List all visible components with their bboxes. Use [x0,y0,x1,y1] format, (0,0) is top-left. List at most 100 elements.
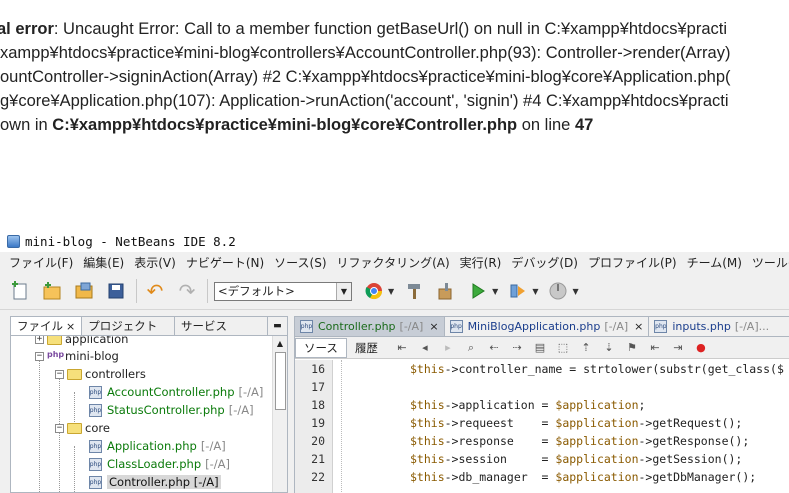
php-error-message: al error: Uncaught Error: Call to a memb… [0,17,789,137]
tab-inputs-php[interactable]: php inputs.php [-/A]... [649,317,774,336]
php-file-icon: php [449,320,463,333]
error-label: al error [0,20,54,38]
configuration-select[interactable]: <デフォルト> ▼ [214,281,352,301]
undo-icon[interactable]: ↶ [143,279,167,303]
tree-scrollbar[interactable]: ▲ [272,336,287,492]
tab-services[interactable]: サービス [175,317,268,335]
menu-view[interactable]: 表示(V) [134,254,176,271]
toggle-highlight-icon[interactable]: ▤ [533,341,547,355]
code-text: $this->controller_name = strtolower(subs… [410,362,784,376]
forward-icon[interactable]: ▸ [441,341,455,355]
scroll-up-icon[interactable]: ▲ [273,336,287,351]
close-icon[interactable]: × [634,320,643,333]
find-next-icon[interactable]: ⇢ [510,341,524,355]
menu-profile[interactable]: プロファイル(P) [588,254,677,271]
line-number: 16 [311,362,325,376]
minimize-icon[interactable]: ▬ [268,317,287,335]
debug-icon[interactable] [506,279,530,303]
last-edit-icon[interactable]: ⇤ [395,341,409,355]
menu-tools[interactable]: ツール(T) [752,254,789,271]
save-all-icon[interactable] [104,279,128,303]
tree-item-mini-blog[interactable]: − php mini-blog [35,347,119,365]
line-number: 17 [311,380,325,394]
expand-toggle[interactable]: + [35,336,44,344]
run-icon[interactable] [466,279,490,303]
new-project-icon[interactable] [40,279,64,303]
file-status: [-/A] [205,457,231,471]
menu-team[interactable]: チーム(M) [687,254,742,271]
menu-source[interactable]: ソース(S) [274,254,326,271]
tab-files[interactable]: ファイル × [11,317,83,335]
build-hammer-icon[interactable] [402,279,426,303]
scrollbar-thumb[interactable] [275,352,286,410]
error-line: xampp¥htdocs¥practice¥mini-blog¥controll… [0,44,731,62]
tree-guide [74,392,75,422]
open-project-icon[interactable] [72,279,96,303]
shift-left-icon[interactable]: ⇤ [648,341,662,355]
find-previous-icon[interactable]: ⇠ [487,341,501,355]
code-area[interactable]: 16 $this->controller_name = strtolower(s… [295,360,789,493]
error-file-path: C:¥xampp¥htdocs¥practice¥mini-blog¥core¥… [52,116,518,134]
tree-item-application-php[interactable]: php Application.php [-/A] [89,437,226,455]
collapse-toggle[interactable]: − [55,423,64,433]
error-text: own in [0,116,53,134]
code-text: $this->application = $application; [410,398,645,412]
tree-item-controller-php[interactable]: php Controller.php [-/A] [89,473,221,491]
code-line: 18 $this->application = $application; [295,396,645,414]
tree-item-statuscontroller[interactable]: php StatusController.php [-/A] [89,401,254,419]
menu-debug[interactable]: デバッグ(D) [511,254,578,271]
code-rest: ->getDbManager(); [638,470,757,484]
code-text: $this->db_manager = $application->getDbM… [410,470,756,484]
tab-controller-php[interactable]: php Controller.php [-/A] × [295,317,445,336]
chevron-down-icon[interactable]: ▼ [492,287,498,296]
record-macro-icon[interactable]: ● [694,341,708,355]
tab-projects[interactable]: プロジェクト [82,317,175,335]
profile-icon[interactable] [546,279,570,303]
rect-select-icon[interactable]: ⬚ [556,341,570,355]
collapse-toggle[interactable]: − [35,351,44,361]
chevron-down-icon: ▼ [336,282,351,300]
next-bookmark-icon[interactable]: ⇣ [602,341,616,355]
source-button[interactable]: ソース [295,337,347,358]
menu-refactor[interactable]: リファクタリング(A) [337,254,450,271]
editor-toolbar: ソース 履歴 ⇤ ◂ ▸ ⌕ ⇠ ⇢ ▤ ⬚ ⇡ ⇣ ⚑ ⇤ ⇥ ● [295,337,789,359]
close-icon[interactable]: × [429,320,438,333]
shift-right-icon[interactable]: ⇥ [671,341,685,355]
browser-icon[interactable] [362,279,386,303]
file-status: [-/A]... [734,320,770,333]
file-name: Controller.php [109,475,191,489]
back-icon[interactable]: ◂ [418,341,432,355]
menu-bar: ファイル(F) 編集(E) 表示(V) ナビゲート(N) ソース(S) リファク… [0,252,789,273]
redo-icon[interactable]: ↷ [175,279,199,303]
menu-edit[interactable]: 編集(E) [83,254,124,271]
menu-file[interactable]: ファイル(F) [9,254,73,271]
menu-run[interactable]: 実行(R) [460,254,502,271]
file-name: Application.php [107,439,197,453]
code-line: 22 $this->db_manager = $application->get… [295,468,756,486]
tab-miniblogapplication-php[interactable]: php MiniBlogApplication.php [-/A] × [445,317,650,336]
code-variable: $application [555,434,639,448]
history-button[interactable]: 履歴 [347,338,386,358]
tree-item-controllers[interactable]: − controllers [55,365,146,383]
php-file-icon: php [89,385,102,399]
chevron-down-icon[interactable]: ▼ [532,287,538,296]
close-icon[interactable]: × [66,320,75,333]
toggle-bookmark-icon[interactable]: ⚑ [625,341,639,355]
prev-bookmark-icon[interactable]: ⇡ [579,341,593,355]
code-text: $this->session = $application->getSessio… [410,452,742,466]
file-tree: + application − php mini-blog − controll… [11,336,287,492]
new-file-icon[interactable] [8,279,32,303]
code-variable: $this [410,398,445,412]
window-titlebar[interactable]: mini-blog - NetBeans IDE 8.2 [0,230,789,252]
code-variable: $this [410,362,445,376]
menu-navigate[interactable]: ナビゲート(N) [186,254,264,271]
tree-item-core[interactable]: − core [55,419,110,437]
tree-item-accountcontroller[interactable]: php AccountController.php [-/A] [89,383,263,401]
chevron-down-icon[interactable]: ▼ [388,287,394,296]
tree-item-classloader-php[interactable]: php ClassLoader.php [-/A] [89,455,230,473]
clean-build-icon[interactable] [434,279,458,303]
chevron-down-icon[interactable]: ▼ [572,287,578,296]
find-icon[interactable]: ⌕ [464,341,478,355]
code-rest: ->response = [444,434,556,448]
collapse-toggle[interactable]: − [55,369,64,379]
